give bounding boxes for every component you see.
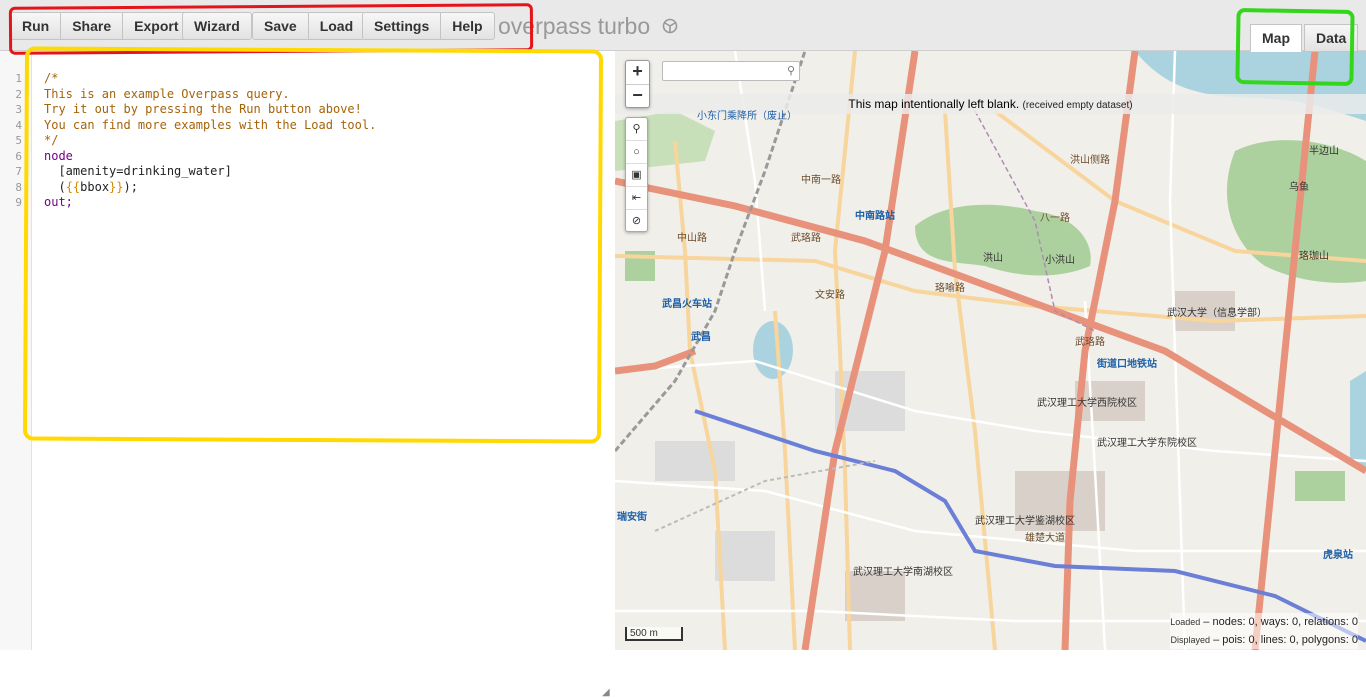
map-search-input[interactable]: ⚲	[662, 61, 800, 81]
line-number: 2	[15, 87, 22, 101]
fullscreen-toggle-icon[interactable]: ⇤	[626, 187, 647, 210]
resize-handle-icon[interactable]: ◢	[602, 687, 610, 698]
map-label: 小东门乘降所（废止）	[697, 111, 797, 122]
map-label: 武汉理工大学南湖校区	[853, 567, 953, 578]
zoom-in-button[interactable]: +	[626, 61, 649, 84]
green-annotation-box	[1235, 7, 1355, 87]
map-label: 武珞路	[791, 233, 821, 244]
map-label: 乌鱼	[1289, 182, 1309, 193]
map-label: 瑞安街	[617, 512, 647, 523]
map-image-icon[interactable]: ▣	[626, 164, 647, 187]
map-label: 珞喻路	[935, 283, 965, 294]
loaded-text: – nodes: 0, ways: 0, relations: 0	[1203, 616, 1358, 628]
loaded-stats: Loaded – nodes: 0, ways: 0, relations: 0	[1170, 613, 1358, 631]
line-number: 5	[15, 134, 22, 147]
map-tools: ⚲ ○ ▣ ⇤ ⊘	[625, 117, 648, 232]
line-number: 1	[15, 72, 22, 85]
lake-water	[1350, 371, 1366, 471]
map-label: 武汉理工大学鉴湖校区	[975, 516, 1075, 527]
zoom-control: + −	[625, 60, 650, 108]
zoom-out-button[interactable]: −	[626, 84, 649, 108]
map-label: 武汉理工大学西院校区	[1037, 398, 1137, 409]
line-number: 9	[15, 196, 22, 209]
green-area	[1295, 471, 1345, 501]
empty-map-subtext: (received empty dataset)	[1022, 100, 1133, 111]
search-icon[interactable]: ⚲	[787, 64, 795, 77]
map-label: 武昌火车站	[662, 299, 712, 310]
line-number: 7	[15, 165, 22, 178]
map-label: 武珞路	[1075, 337, 1105, 348]
building-block	[715, 531, 775, 581]
logo-icon	[662, 18, 678, 34]
map-label: 武汉理工大学东院校区	[1097, 438, 1197, 449]
scale-bar: 500 m	[625, 627, 683, 641]
yellow-annotation-box	[22, 46, 604, 444]
map-label: 洪山	[983, 253, 1003, 264]
map-label: 虎泉站	[1323, 550, 1353, 561]
displayed-stats: Displayed – pois: 0, lines: 0, polygons:…	[1170, 631, 1358, 649]
line-number: 4	[15, 118, 22, 132]
map-label: 武汉大学（信息学部）	[1167, 308, 1267, 319]
map-label: 文安路	[815, 290, 845, 301]
building-block	[655, 441, 735, 481]
loaded-label: Loaded	[1170, 617, 1201, 627]
line-number: 3	[15, 103, 22, 116]
map-label: 雄楚大道	[1025, 533, 1065, 544]
map-label: 中山路	[677, 233, 707, 244]
map-label: 小洪山	[1045, 255, 1075, 266]
map-label: 武昌	[691, 332, 711, 343]
displayed-text: – pois: 0, lines: 0, polygons: 0	[1213, 634, 1358, 646]
displayed-label: Displayed	[1170, 635, 1210, 645]
map-label: 珞珈山	[1299, 251, 1329, 262]
map-view[interactable]: This map intentionally left blank. (rece…	[615, 51, 1366, 650]
empty-map-text: This map intentionally left blank.	[848, 97, 1020, 111]
zoom-to-data-icon[interactable]: ⚲	[626, 118, 647, 141]
line-number: 6	[15, 149, 22, 163]
map-label: 半边山	[1309, 146, 1339, 157]
map-tiles	[615, 51, 1366, 650]
map-label: 洪山侧路	[1070, 155, 1110, 166]
map-label: 八一路	[1040, 213, 1070, 224]
map-label: 街道口地铁站	[1097, 359, 1157, 370]
line-number: 8	[15, 180, 22, 194]
data-stats: Loaded – nodes: 0, ways: 0, relations: 0…	[1170, 613, 1358, 649]
current-location-icon[interactable]: ○	[626, 141, 647, 164]
map-label: 中南路站	[855, 211, 895, 222]
map-label: 中南一路	[801, 175, 841, 186]
hide-data-icon[interactable]: ⊘	[626, 210, 647, 232]
